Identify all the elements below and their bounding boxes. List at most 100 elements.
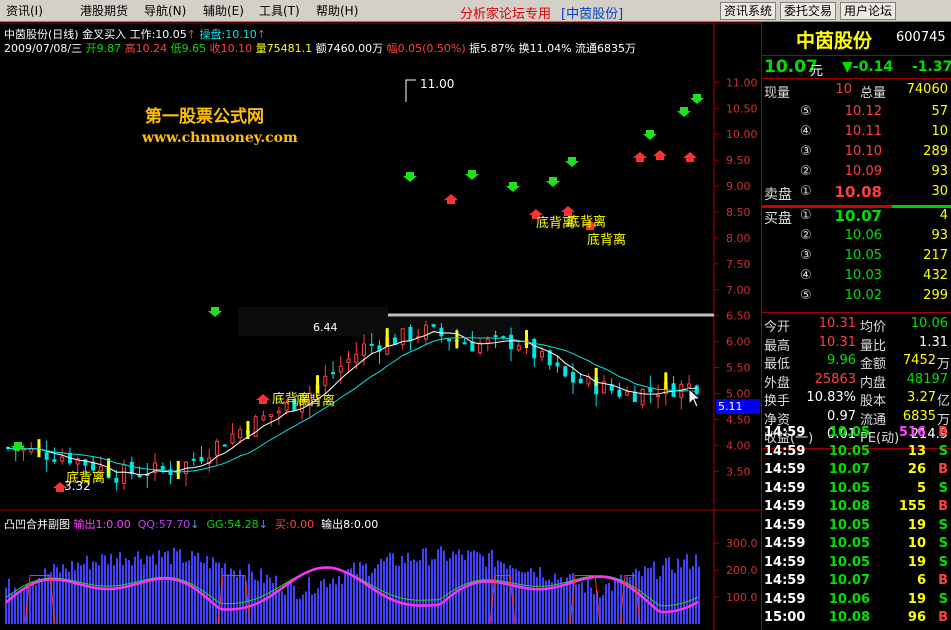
menu-info[interactable]: 资讯(I) xyxy=(6,4,43,18)
high-annotation: 11.00 xyxy=(420,77,455,91)
bar-amount: 额7460.00万 xyxy=(315,42,384,55)
price-axis-label: 7.50 xyxy=(726,258,751,271)
stat-value: 10.83% xyxy=(806,390,856,405)
candle-body xyxy=(423,324,428,340)
tick-price: 10.07 xyxy=(828,462,870,477)
tick-price: 10.05 xyxy=(828,480,870,496)
sell-volume: 10 xyxy=(931,124,948,139)
buy-arrow-icon xyxy=(403,172,417,182)
tick-volume: 155 xyxy=(898,499,926,514)
candle-body xyxy=(408,327,413,342)
kline-svg: 11.00 10.50 10.00 9.50 9.00 8.50 8.00 7.50 7.00 6… xyxy=(0,22,761,630)
candle-body xyxy=(485,338,490,344)
sell-arrow-icon xyxy=(256,394,270,404)
stat-label: 外盘 xyxy=(764,375,791,391)
sell-level: ① xyxy=(800,184,812,199)
stat-label: 量比 xyxy=(860,338,887,354)
tick-volume: 6 xyxy=(916,573,926,588)
candle-body xyxy=(617,389,622,397)
bar-open: 开9.87 xyxy=(85,42,122,55)
sell-level: ③ xyxy=(800,144,812,159)
overlay-band xyxy=(238,307,388,317)
price-change: ▼-0.14 xyxy=(842,59,894,75)
stat-value: 10.31 xyxy=(818,334,856,350)
price-axis-label: 6.50 xyxy=(726,310,751,323)
tick-time: 14:59 xyxy=(764,499,806,514)
high-marker xyxy=(405,79,416,102)
candle-body xyxy=(555,362,560,367)
candle-body xyxy=(199,456,204,462)
quote-panel: 中茵股份 600745 10.07 元 ▼-0.14 -1.37 现量 10 总量 7… xyxy=(761,22,951,630)
watermark-url: www.chnmoney.com xyxy=(142,130,298,146)
candle-body xyxy=(648,387,653,393)
tick-price: 10.08 xyxy=(828,499,870,514)
sell-volume: 57 xyxy=(931,104,948,119)
price-axis-label: 8.50 xyxy=(726,206,751,219)
candle-body xyxy=(431,324,436,327)
tick-price: 10.05 xyxy=(828,517,870,533)
kline-chart[interactable]: 11.00 10.50 10.00 9.50 9.00 8.50 8.00 7.50 7.00 6… xyxy=(0,22,761,630)
tick-time: 15:00 xyxy=(764,610,806,625)
bar-date: 2009/07/08/三 xyxy=(4,42,83,55)
trade-button[interactable]: 委托交易 xyxy=(780,2,837,20)
buy-arrow-icon xyxy=(546,177,560,187)
price-axis-label: 7.00 xyxy=(726,284,751,297)
stat-unit: 亿 xyxy=(937,394,951,409)
menu-assist[interactable]: 辅助(E) xyxy=(203,4,244,18)
tick-price: 10.05 xyxy=(828,536,870,551)
buy-level: ③ xyxy=(800,248,812,263)
tick-price: 10.05 xyxy=(828,425,870,440)
sell-price: 10.10 xyxy=(844,144,882,159)
candle-body xyxy=(191,458,196,461)
sell-arrow-icon xyxy=(444,194,458,204)
sub-qq: QQ:57.70 xyxy=(137,518,191,531)
candle-body xyxy=(563,366,568,377)
divergence-label: 底背离 xyxy=(567,215,607,230)
buy-volume: 4 xyxy=(939,208,948,223)
stock-code: 600745 xyxy=(896,30,946,45)
bar-float: 流通6835万 xyxy=(575,42,637,55)
stat-value: 10.06 xyxy=(910,316,948,331)
yellow-candle xyxy=(37,439,41,458)
candle-body xyxy=(362,343,366,356)
sub-out1: 输出1:0.00 xyxy=(73,518,131,531)
sell-price: 10.12 xyxy=(844,104,882,119)
menu-hk-futures[interactable]: 港股期货 xyxy=(80,4,128,18)
price-axis-label: 10.00 xyxy=(726,128,758,141)
candle-body xyxy=(114,477,119,483)
ma-line-short xyxy=(7,331,697,476)
stat-value: 3.27 xyxy=(907,390,936,405)
tick-side: B xyxy=(938,610,948,625)
buy-volume: 432 xyxy=(923,268,948,283)
candle-body xyxy=(253,416,258,438)
candle-body xyxy=(516,345,521,351)
stat-value: 48197 xyxy=(906,371,948,387)
menu-help[interactable]: 帮助(H) xyxy=(316,4,358,18)
tick-time: 14:59 xyxy=(764,480,806,496)
tick-volume: 10 xyxy=(907,536,926,551)
buy-arrow-icon xyxy=(465,170,479,180)
info-system-button[interactable]: 资讯系统 xyxy=(720,2,777,20)
divider xyxy=(762,55,951,56)
candle-body xyxy=(129,461,134,475)
tick-side: S xyxy=(938,480,948,496)
sub-axis-label: 100.0 xyxy=(726,591,758,604)
bar-volume: 量75481.1 xyxy=(255,42,313,55)
buy-volume: 93 xyxy=(931,228,948,243)
divergence-label: 底背离 xyxy=(587,233,627,248)
tick-time: 14:59 xyxy=(764,462,806,477)
price-axis-label: 8.00 xyxy=(726,232,751,245)
price-axis-label: 9.50 xyxy=(726,154,751,167)
sell-volume: 289 xyxy=(923,144,948,159)
promo-text: 分析家论坛专用 xyxy=(460,7,552,22)
volume-now-label: 现量 xyxy=(764,86,791,101)
tick-time: 14:59 xyxy=(764,443,806,459)
candle-body xyxy=(625,391,630,396)
candle-body xyxy=(122,464,127,484)
candle-body xyxy=(168,469,173,475)
menu-tools[interactable]: 工具(T) xyxy=(259,4,300,18)
forum-button[interactable]: 用户论坛 xyxy=(840,2,897,20)
menu-navigate[interactable]: 导航(N) xyxy=(144,4,186,18)
tick-side: B xyxy=(938,499,948,514)
yellow-candle xyxy=(176,460,180,479)
